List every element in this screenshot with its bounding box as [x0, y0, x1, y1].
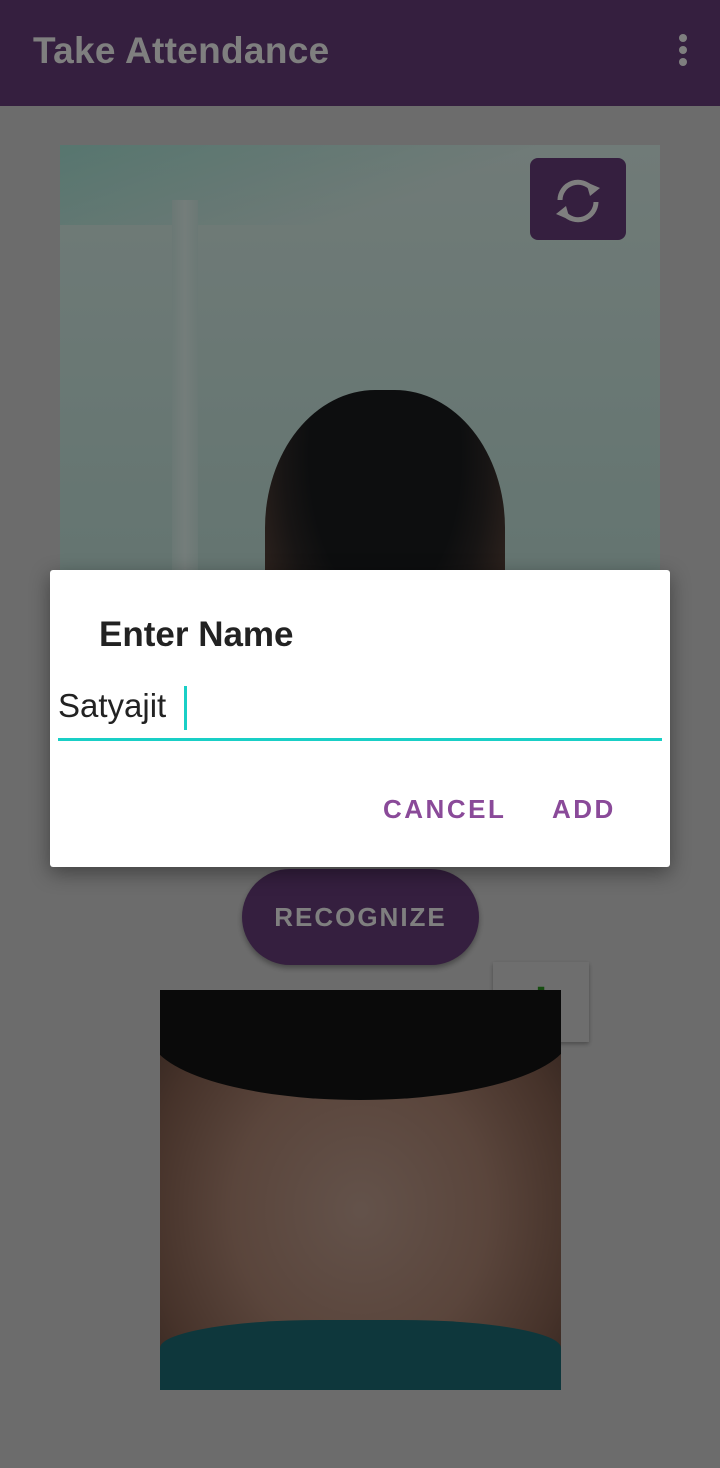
add-button[interactable]: ADD	[552, 794, 616, 825]
name-field[interactable]	[58, 680, 662, 741]
enter-name-dialog: Enter Name CANCEL ADD	[50, 570, 670, 867]
cancel-button[interactable]: CANCEL	[383, 794, 506, 825]
text-caret	[184, 686, 187, 730]
dialog-title: Enter Name	[99, 615, 294, 654]
name-input[interactable]	[58, 680, 662, 732]
